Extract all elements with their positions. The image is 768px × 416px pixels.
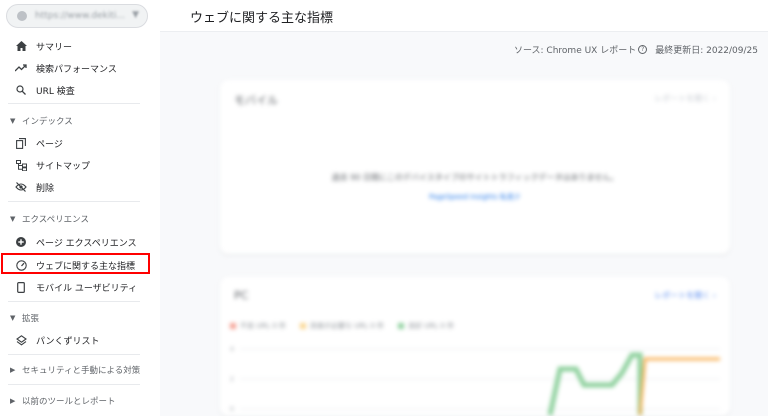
nav-item-removals[interactable]: 削除 [0, 176, 160, 198]
y-tick: 0 [230, 406, 234, 413]
help-icon[interactable]: ? [638, 45, 648, 54]
pages-icon [14, 137, 28, 149]
nav-item-breadcrumbs[interactable]: パンくずリスト [0, 329, 160, 351]
highlight-annotation [1, 253, 150, 274]
pc-card: PC レポートを開く › 不良 URL 0 件 改善が必要な URL 0 件 良… [220, 277, 730, 416]
open-report-link[interactable]: レポートを開く › [654, 93, 716, 104]
visibility-off-icon [14, 182, 28, 192]
chevron-down-icon: ▼ [132, 10, 139, 20]
pc-trend-chart: 4 2 0 [230, 346, 720, 416]
section-header-label: 拡張 [22, 314, 40, 324]
nav-item-label: モバイル ユーザビリティ [36, 283, 138, 294]
series-good [547, 352, 643, 416]
property-selector[interactable]: https://www.dekiti... ▼ [6, 4, 148, 28]
card-title: モバイル [234, 94, 278, 107]
nav-item-label: 検索パフォーマンス [36, 64, 117, 75]
link-label: レポートを開く [654, 94, 711, 103]
section-header-label: エクスペリエンス [22, 215, 89, 225]
divider [8, 201, 140, 202]
nav-item-label: 削除 [36, 183, 55, 194]
caret-right-icon: ▶ [10, 397, 16, 405]
add-circle-icon [14, 237, 28, 247]
section-header-security[interactable]: ▶ セキュリティと手動による対策 [0, 361, 160, 379]
nav-item-label: パンくずリスト [36, 336, 100, 347]
main-content: ウェブに関する主な指標 ソース: Chrome UX レポート ? 最終更新日:… [160, 0, 768, 416]
legend-item-poor[interactable]: 不良 URL 0 件 [230, 321, 286, 331]
page-header: ウェブに関する主な指標 [160, 0, 768, 32]
nav-item-label: サイトマップ [36, 161, 91, 172]
pagespeed-link[interactable]: PageSpeed Insights 私見テ [220, 192, 730, 202]
sitemap-icon [14, 159, 28, 171]
smartphone-icon [14, 281, 28, 293]
nav-item-page-experience[interactable]: ページ エクスペリエンス [0, 231, 160, 253]
no-data-message: 過去 90 日間にこのデバイスタイプのサイトトラフィックデータはありません。 [331, 173, 619, 182]
sidebar: https://www.dekiti... ▼ サマリー 検索パフォーマンス U… [0, 0, 160, 416]
property-favicon-icon [17, 11, 27, 21]
section-header-legacy-tools[interactable]: ▶ 以前のツールとレポート [0, 392, 160, 410]
mobile-card: モバイル レポートを開く › 過去 90 日間にこのデバイスタイプのサイトトラフ… [220, 80, 730, 254]
caret-down-icon: ▼ [10, 314, 16, 322]
legend-swatch [300, 323, 307, 329]
divider [8, 384, 140, 385]
legend-swatch [398, 323, 405, 329]
legend-label: 不良 URL 0 件 [240, 322, 287, 330]
nav-item-summary[interactable]: サマリー [0, 35, 160, 57]
y-tick: 2 [230, 376, 234, 383]
divider [8, 103, 140, 104]
link-label: レポートを開く [654, 291, 711, 300]
search-icon [14, 85, 28, 95]
page-title: ウェブに関する主な指標 [190, 11, 334, 26]
home-icon [14, 41, 28, 51]
section-header-index[interactable]: ▼ インデックス [0, 112, 160, 130]
caret-down-icon: ▼ [10, 215, 16, 223]
nav-item-pages[interactable]: ページ [0, 132, 160, 154]
source-label: ソース: Chrome UX レポート [513, 46, 637, 56]
section-header-experience[interactable]: ▼ エクスペリエンス [0, 210, 160, 228]
report-meta: ソース: Chrome UX レポート ? 最終更新日: 2022/09/25 [514, 43, 758, 56]
legend-label: 改善が必要な URL 0 件 [310, 322, 385, 330]
nav-item-sitemaps[interactable]: サイトマップ [0, 154, 160, 176]
nav-item-label: ページ [36, 139, 63, 150]
legend-item-good[interactable]: 良好 URL 0 件 [398, 321, 454, 331]
card-title: PC [234, 289, 249, 302]
trending-up-icon [14, 64, 28, 72]
last-updated: 最終更新日: 2022/09/25 [655, 46, 758, 56]
chart-legend: 不良 URL 0 件 改善が必要な URL 0 件 良好 URL 0 件 [230, 321, 454, 331]
nav-item-label: ページ エクスペリエンス [36, 238, 137, 249]
nav-item-search-performance[interactable]: 検索パフォーマンス [0, 57, 160, 79]
layers-icon [14, 334, 28, 346]
legend-swatch [230, 323, 236, 329]
nav-item-url-inspection[interactable]: URL 検査 [0, 79, 160, 101]
property-url: https://www.dekiti... [35, 11, 125, 21]
legend-item-needs-improvement[interactable]: 改善が必要な URL 0 件 [300, 321, 384, 331]
divider [8, 301, 140, 302]
caret-down-icon: ▼ [10, 117, 16, 125]
section-header-label: インデックス [22, 117, 73, 127]
nav-item-label: URL 検査 [36, 86, 75, 97]
open-report-link[interactable]: レポートを開く › [654, 290, 716, 301]
section-header-enhancements[interactable]: ▼ 拡張 [0, 309, 160, 327]
caret-right-icon: ▶ [10, 366, 16, 374]
section-header-label: 以前のツールとレポート [22, 397, 116, 407]
nav-item-mobile-usability[interactable]: モバイル ユーザビリティ [0, 276, 160, 298]
series-needs-improvement [638, 357, 720, 416]
y-tick: 4 [230, 346, 234, 353]
divider [8, 354, 140, 355]
nav-item-label: サマリー [36, 42, 73, 53]
section-header-label: セキュリティと手動による対策 [22, 366, 141, 376]
legend-label: 良好 URL 0 件 [408, 322, 455, 330]
